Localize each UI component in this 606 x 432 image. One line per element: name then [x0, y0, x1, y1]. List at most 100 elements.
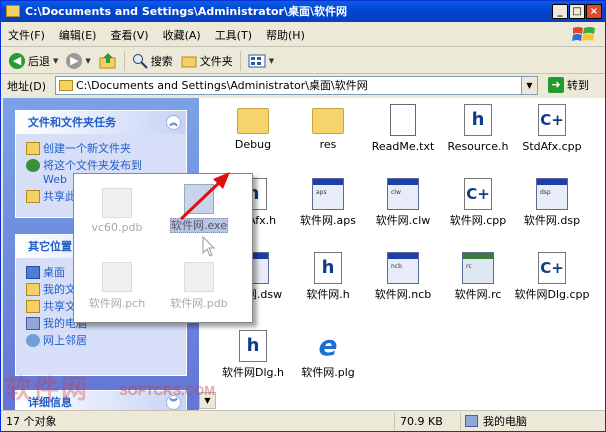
file-item[interactable]: h Resource.h — [439, 104, 517, 153]
go-button[interactable]: ➜ 转到 — [545, 75, 592, 95]
address-input[interactable]: C:\Documents and Settings\Administrator\… — [55, 76, 538, 95]
chevron-down-icon: ▼ — [85, 56, 91, 65]
new-folder-icon — [26, 142, 40, 155]
cpp-file-icon: C+ — [464, 178, 492, 210]
share-folder-icon — [26, 190, 40, 203]
folder-up-icon — [99, 52, 116, 68]
title-bar[interactable]: C:\Documents and Settings\Administrator\… — [1, 1, 605, 22]
folder-icon — [312, 108, 344, 134]
drag-preview-popup: vc60.pdb 软件网.exe 软件网.pch 软件网.pdb — [73, 173, 253, 323]
collapse-icon[interactable]: ︽ — [166, 115, 181, 130]
go-arrow-icon: ➜ — [548, 77, 564, 93]
h-file-icon: h — [314, 252, 342, 284]
close-button[interactable]: × — [586, 4, 602, 19]
popup-file-item[interactable]: vc60.pdb — [76, 188, 158, 234]
file-list: Debug res ReadMe.txt h Resource.h C+ Std… — [199, 98, 605, 410]
folder-icon — [181, 56, 197, 67]
address-bar: 地址(D) C:\Documents and Settings\Administ… — [1, 75, 605, 97]
cpp-file-icon: C+ — [538, 252, 566, 284]
computer-icon — [26, 317, 40, 330]
menu-bar: 文件(F) 编辑(E) 查看(V) 收藏(A) 工具(T) 帮助(H) — [1, 23, 605, 47]
cpp-file-icon: C+ — [538, 104, 566, 136]
folder-icon — [237, 108, 269, 134]
desktop-icon — [26, 266, 40, 279]
explorer-window: C:\Documents and Settings\Administrator\… — [0, 0, 606, 432]
back-label: 后退 — [28, 54, 50, 68]
menu-edit[interactable]: 编辑(E) — [52, 27, 104, 43]
network-icon — [26, 334, 40, 347]
shared-folder-icon — [26, 300, 40, 313]
file-item[interactable]: ReadMe.txt — [364, 104, 442, 153]
file-item[interactable]: e 软件网.plg — [289, 329, 367, 380]
folder-icon — [59, 80, 73, 91]
ie-file-icon: e — [318, 329, 338, 362]
file-tasks-header[interactable]: 文件和文件夹任务 ︽ — [16, 111, 186, 134]
forward-button[interactable]: ▶ ▼ — [62, 50, 94, 72]
file-item[interactable]: C+ StdAfx.cpp — [513, 104, 591, 153]
window-title: C:\Documents and Settings\Administrator\… — [25, 5, 347, 18]
watermark-logo: 软件网 — [5, 375, 90, 405]
popup-file-item[interactable]: 软件网.pch — [76, 262, 158, 311]
maximize-button[interactable]: □ — [569, 4, 585, 19]
address-label: 地址(D) — [7, 80, 47, 93]
go-label: 转到 — [567, 79, 589, 92]
folders-button[interactable]: 文件夹 — [177, 50, 237, 72]
app-file-icon: clw — [387, 178, 419, 210]
pch-file-icon — [102, 262, 132, 292]
file-item[interactable]: res — [289, 104, 367, 151]
pdb-file-icon — [184, 262, 214, 292]
status-bar: 17 个对象 70.9 KB 我的电脑 — [1, 410, 605, 431]
back-arrow-icon: ◀ — [9, 52, 25, 69]
file-item[interactable]: Debug — [214, 104, 292, 151]
menu-help[interactable]: 帮助(H) — [259, 27, 312, 43]
rc-file-icon: rc — [462, 252, 494, 284]
computer-icon — [465, 414, 478, 427]
up-button[interactable] — [95, 50, 121, 72]
menu-view[interactable]: 查看(V) — [103, 27, 155, 43]
views-icon — [248, 54, 266, 67]
text-file-icon — [390, 104, 416, 136]
file-item[interactable]: h 软件网.h — [289, 252, 367, 301]
file-item[interactable]: h 软件网Dlg.h — [214, 330, 292, 379]
menu-tools[interactable]: 工具(T) — [208, 27, 259, 43]
task-new-folder[interactable]: 创建一个新文件夹 — [16, 140, 186, 157]
task-publish-web[interactable]: 将这个文件夹发布到 — [16, 157, 186, 174]
forward-arrow-icon: ▶ — [66, 52, 83, 69]
address-value: C:\Documents and Settings\Administrator\… — [76, 79, 368, 92]
file-item[interactable]: aps 软件网.aps — [289, 178, 367, 227]
place-network[interactable]: 网上邻居 — [16, 332, 186, 349]
popup-file-item[interactable]: 软件网.pdb — [158, 262, 240, 311]
windows-logo-icon — [572, 27, 595, 41]
toolbar-divider — [123, 50, 125, 71]
app-file-icon: aps — [312, 178, 344, 210]
back-button[interactable]: ◀ 后退 ▼ — [5, 50, 62, 72]
mouse-cursor-icon — [202, 236, 216, 257]
status-size: 70.9 KB — [395, 412, 461, 430]
address-dropdown-button[interactable]: ▼ — [521, 77, 537, 94]
folder-icon — [6, 5, 20, 17]
file-item[interactable]: clw 软件网.clw — [364, 178, 442, 227]
status-object-count: 17 个对象 — [1, 412, 395, 430]
file-item[interactable]: rc 软件网.rc — [439, 252, 517, 301]
search-label: 搜索 — [150, 54, 173, 68]
popup-file-item-selected[interactable]: 软件网.exe — [158, 184, 240, 233]
exe-file-icon — [184, 184, 214, 214]
toolbar: ◀ 后退 ▼ ▶ ▼ 搜索 文件夹 ▼ — [1, 48, 605, 74]
file-item[interactable]: ncb 软件网.ncb — [364, 252, 442, 301]
minimize-button[interactable]: _ — [552, 4, 568, 19]
status-location: 我的电脑 — [461, 413, 603, 430]
file-item[interactable]: C+ 软件网.cpp — [439, 178, 517, 227]
folders-label: 文件夹 — [199, 54, 233, 68]
views-button[interactable]: ▼ — [244, 50, 278, 72]
toolbar-divider — [239, 50, 241, 71]
chevron-down-icon: ▼ — [268, 56, 275, 65]
globe-icon — [26, 159, 40, 172]
menu-file[interactable]: 文件(F) — [1, 27, 52, 43]
h-file-icon: h — [464, 104, 492, 136]
file-item[interactable]: dsp 软件网.dsp — [513, 178, 591, 227]
h-file-icon: h — [239, 330, 267, 362]
search-button[interactable]: 搜索 — [128, 50, 177, 72]
file-item[interactable]: C+ 软件网Dlg.cpp — [513, 252, 591, 301]
documents-folder-icon — [26, 283, 40, 296]
menu-favorites[interactable]: 收藏(A) — [156, 27, 208, 43]
